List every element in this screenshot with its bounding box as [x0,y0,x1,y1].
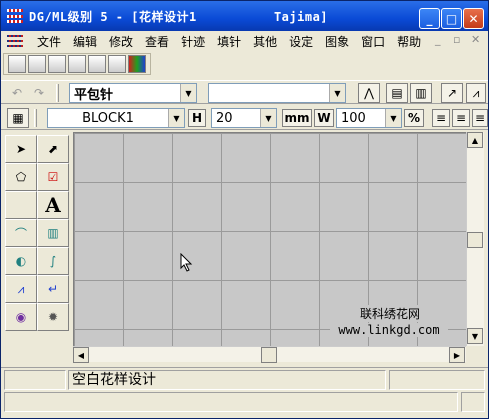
satin-column-icon[interactable]: ⌒ [5,219,37,247]
stitch-secondary-select[interactable]: ▼ [208,83,346,103]
menu-other[interactable]: 其他 [247,33,283,50]
toolbar-standard [3,53,151,75]
redo-icon[interactable]: ↷ [29,83,49,103]
text-tool-icon[interactable]: A [37,191,69,219]
percent-button[interactable]: % [404,109,424,127]
height-value: 20 [216,110,233,126]
menu-view[interactable]: 查看 [139,33,175,50]
menu-help[interactable]: 帮助 [391,33,427,50]
stitch-tool-4-icon[interactable] [68,55,86,73]
shape-outline-icon[interactable]: ⬠ [5,163,37,191]
mouse-cursor-icon [180,253,193,272]
zigzag-stitch-icon[interactable]: ⩘ [5,275,37,303]
document-icon[interactable] [7,35,23,47]
horizontal-scrollbar[interactable]: ◀ ▶ [73,346,466,363]
align-right-icon[interactable]: ≡ [472,109,488,127]
stitch-tool-3-icon[interactable] [48,55,66,73]
stitch-tool-5-icon[interactable] [88,55,106,73]
scroll-right-icon[interactable]: ▶ [449,347,465,363]
font-value: BLOCK1 [82,110,134,126]
vertical-scroll-thumb[interactable] [467,232,483,248]
maximize-button[interactable]: □ [441,8,462,29]
status-bar: 空白花样设计 [1,367,488,390]
watermark-title: 联科绣花网 [350,305,430,322]
menu-bar: 文件 编辑 修改 查看 针迹 填针 其他 设定 图象 窗口 帮助 _ ▫ ✕ [1,31,488,51]
menu-edit[interactable]: 编辑 [67,33,103,50]
stitch-direction-icon[interactable]: ↗ [441,83,463,103]
mdi-close-icon[interactable]: ✕ [471,33,480,46]
watermark-url: www.linkgd.com [330,323,448,337]
scroll-down-icon[interactable]: ▼ [467,328,483,344]
stitch-tool-6-icon[interactable] [108,55,126,73]
status-pane-left [4,370,66,390]
font-select[interactable]: BLOCK1 ▼ [47,108,185,128]
menu-fill[interactable]: 填针 [211,33,247,50]
stitch-pattern-icon[interactable]: ⋀ [358,83,380,103]
height-label: H [188,109,206,127]
width-label: W [314,109,334,127]
scroll-up-icon[interactable]: ▲ [467,132,483,148]
color-palette-icon[interactable] [128,55,146,73]
undo-icon[interactable]: ↶ [7,83,27,103]
stitch-tool-1-icon[interactable] [8,55,26,73]
chevron-down-icon[interactable]: ▼ [385,109,401,127]
stitch-align-icon[interactable]: ▤ [386,83,408,103]
select-arrow-icon[interactable]: ➤ [5,135,37,163]
checkbox-icon[interactable]: ☑ [37,163,69,191]
bottom-status-row [1,392,488,414]
application-window: DG/ML级别 5 - [花样设计1 Tajima] _ □ ✕ 文件 编辑 修… [0,0,489,419]
width-select[interactable]: 100 ▼ [336,108,402,128]
vertical-scrollbar[interactable]: ▲ ▼ [466,132,484,346]
toolbar-grip[interactable] [34,109,37,127]
status-pane-right [389,370,485,390]
stitch-zigzag-icon[interactable]: ⩘ [466,83,486,103]
menu-window[interactable]: 窗口 [355,33,391,50]
app-icon[interactable] [7,9,23,23]
menu-stitch[interactable]: 针迹 [175,33,211,50]
align-left-icon[interactable]: ≡ [432,109,450,127]
toolbar-stitch: ↶ ↷ 平包针 ▼ ▼ ⋀ ▤ ▥ ↗ ⩘ [1,80,488,104]
tool-palette: ➤ ⬈ ⬠ ☑ A ⌒ ▥ ◐ ∫ ⩘ ↵ ◉ ✹ [5,135,69,361]
stitch-align-2-icon[interactable]: ▥ [410,83,432,103]
align-center-icon[interactable]: ≡ [452,109,470,127]
mdi-minimize-icon[interactable]: _ [435,33,441,46]
chevron-down-icon[interactable]: ▼ [260,109,276,127]
return-stitch-icon[interactable]: ↵ [37,275,69,303]
size-grip[interactable] [461,392,485,412]
width-value: 100 [341,110,366,126]
chevron-down-icon[interactable]: ▼ [180,84,196,102]
status-message: 空白花样设计 [68,370,386,390]
lettering-icon[interactable]: ▦ [7,108,29,128]
running-fill-icon[interactable]: ◐ [5,247,37,275]
close-button[interactable]: ✕ [463,8,484,29]
menu-modify[interactable]: 修改 [103,33,139,50]
status-pane-main [4,392,458,412]
menu-image[interactable]: 图象 [319,33,355,50]
star-fill-icon[interactable]: ✹ [37,303,69,331]
stitch-tool-2-icon[interactable] [28,55,46,73]
toolbar-text: ▦ BLOCK1 ▼ H 20 ▼ mm W 100 ▼ % ≡ ≡ ≡ [1,106,488,130]
curve-stitch-icon[interactable]: ∫ [37,247,69,275]
menu-settings[interactable]: 设定 [283,33,319,50]
horizontal-scroll-thumb[interactable] [261,347,277,363]
scroll-left-icon[interactable]: ◀ [73,347,89,363]
circle-fill-icon[interactable]: ◉ [5,303,37,331]
mdi-restore-icon[interactable]: ▫ [453,33,460,46]
height-select[interactable]: 20 ▼ [211,108,277,128]
unit-button[interactable]: mm [282,109,312,127]
menu-file[interactable]: 文件 [31,33,67,50]
node-edit-icon[interactable]: ⬈ [37,135,69,163]
toolbar-grip[interactable] [56,84,59,102]
chevron-down-icon[interactable]: ▼ [168,109,184,127]
minimize-button[interactable]: _ [419,8,440,29]
stitch-type-select[interactable]: 平包针 ▼ [69,83,197,103]
window-title: DG/ML级别 5 - [花样设计1 Tajima] [29,9,329,24]
stitch-type-value: 平包针 [74,87,114,103]
blank-tool[interactable] [5,191,37,219]
title-bar[interactable]: DG/ML级别 5 - [花样设计1 Tajima] _ □ ✕ [1,1,488,31]
chevron-down-icon[interactable]: ▼ [329,84,345,102]
fill-column-icon[interactable]: ▥ [37,219,69,247]
design-canvas[interactable]: 联科绣花网 www.linkgd.com [73,132,466,346]
